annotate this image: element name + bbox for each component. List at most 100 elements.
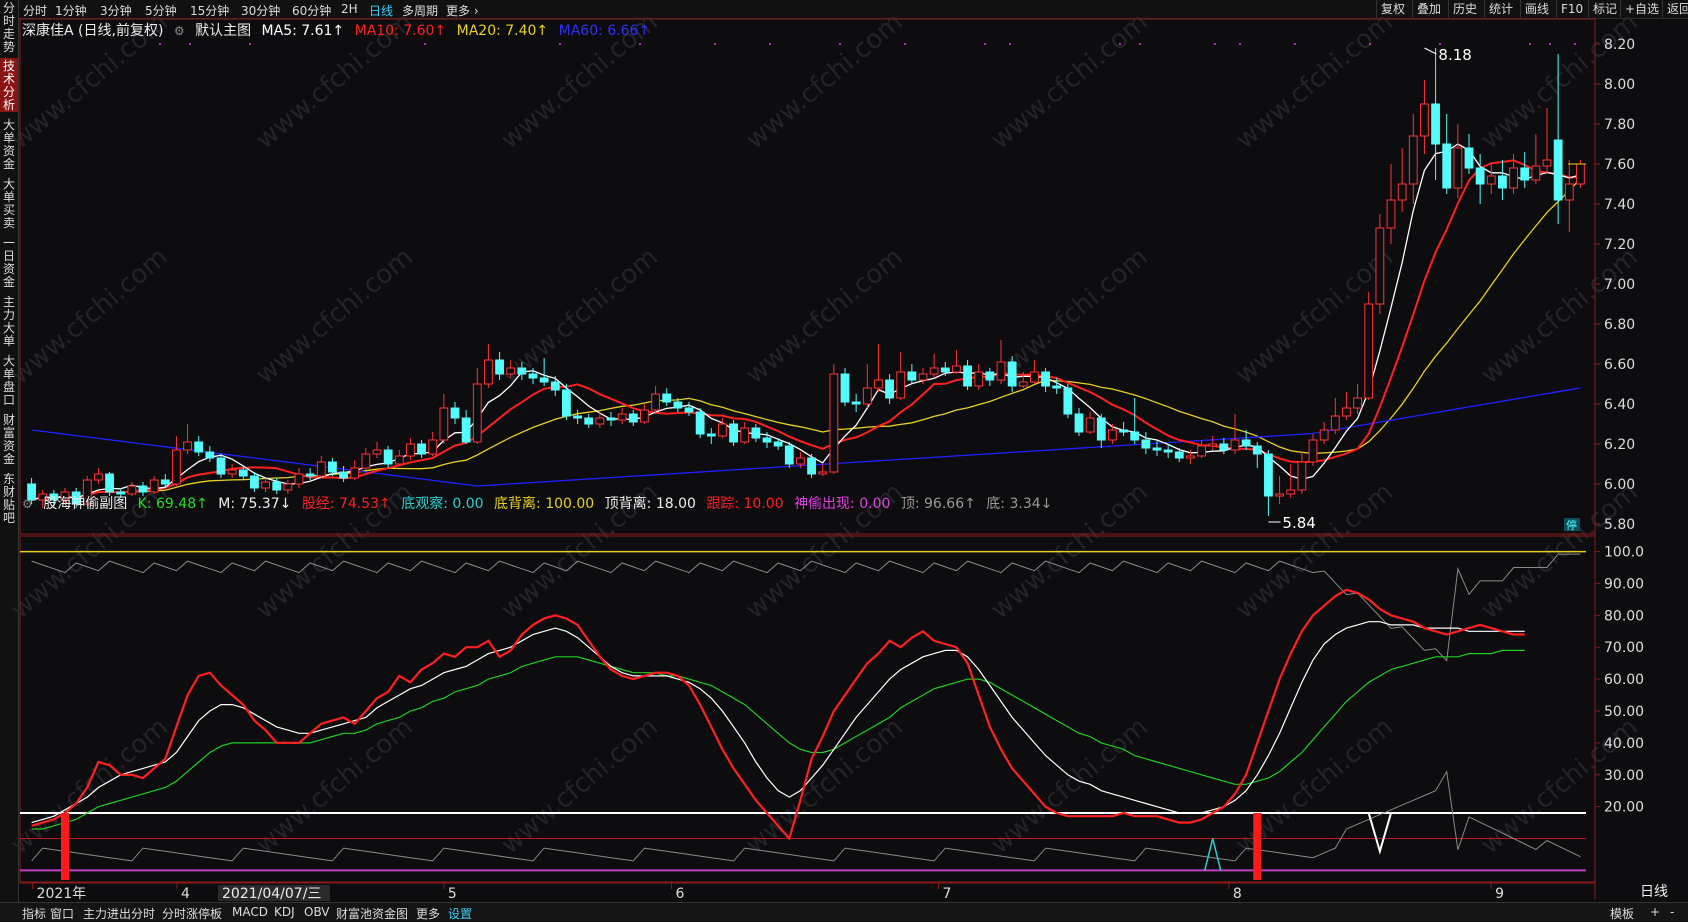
- signal-dot: [984, 43, 986, 45]
- candle-body: [517, 367, 527, 375]
- price-tick-label: 8.00: [1604, 77, 1635, 93]
- gujing-value: 股经: 74.53↑: [301, 496, 391, 512]
- candle-body: [406, 443, 415, 457]
- candle-body: [183, 441, 192, 451]
- candle-body: [1130, 431, 1140, 441]
- signal-dot: [1549, 43, 1551, 45]
- candle-body: [1386, 199, 1396, 229]
- candle-body: [1085, 417, 1095, 433]
- diguancha-value: 底观察: 0.00: [401, 496, 484, 512]
- date-tick-label: 9: [1495, 886, 1504, 902]
- candle-body: [105, 473, 114, 493]
- tab-macd[interactable]: MACD: [232, 905, 268, 919]
- candle-body: [940, 367, 950, 373]
- candle-body: [1052, 385, 1062, 389]
- candle-body: [238, 469, 248, 477]
- tab-indicator[interactable]: 指标: [22, 905, 46, 922]
- signal-dot: [1294, 43, 1296, 45]
- candle-body: [1375, 227, 1385, 305]
- candle-body: [874, 379, 883, 389]
- ma20-value: MA20: 7.40↑: [456, 23, 549, 39]
- candle-body: [250, 475, 259, 489]
- tab-caifuchi[interactable]: 财富池资金图: [336, 905, 408, 922]
- candle-body: [283, 483, 293, 491]
- tab-kdj[interactable]: KDJ: [274, 905, 295, 919]
- price-tick-label: 7.60: [1604, 157, 1635, 173]
- candle-body: [740, 427, 750, 443]
- candle-body: [1275, 493, 1284, 497]
- price-tick-label: 6.80: [1604, 317, 1635, 333]
- candle-body: [1018, 381, 1028, 387]
- tab-zhuli-fenshi[interactable]: 主力进出分时: [83, 905, 155, 922]
- candle-body: [896, 371, 906, 399]
- signal-dot: [159, 43, 161, 45]
- k-value: K: 69.48↑: [137, 496, 208, 512]
- candle-body: [1063, 387, 1073, 415]
- candle-body: [1342, 407, 1351, 417]
- candle-body: [1174, 451, 1184, 459]
- genzong-value: 跟踪: 10.00: [706, 496, 784, 512]
- candle-body: [316, 461, 326, 477]
- tab-window[interactable]: 窗口: [50, 905, 74, 922]
- candle-body: [1520, 167, 1530, 181]
- signal-dot: [714, 43, 716, 45]
- main-chart-name[interactable]: 默认主图: [195, 23, 251, 39]
- price-tick-label: 8.20: [1604, 37, 1635, 53]
- tab-obv[interactable]: OBV: [304, 905, 330, 919]
- candle-body: [773, 441, 783, 447]
- signal-dot: [1574, 43, 1576, 45]
- candle-body: [718, 423, 727, 437]
- ma60-value: MA60: 6.66↑: [558, 23, 651, 39]
- candle-body: [1186, 455, 1195, 459]
- candle-body: [1208, 443, 1218, 447]
- candle-body: [439, 407, 449, 441]
- candle-body: [194, 441, 204, 453]
- candle-body: [484, 359, 493, 385]
- candle-body: [1119, 429, 1128, 433]
- di-value: 底: 3.34↓: [986, 496, 1053, 512]
- candle-body: [539, 377, 549, 383]
- candle-body: [1219, 443, 1229, 451]
- candle-body: [1096, 417, 1106, 441]
- sub-chart-legend: ⚙ 股海神偷副图 K: 69.48↑ M: 75.37↓ 股经: 74.53↑ …: [22, 493, 1058, 513]
- candle-body: [595, 417, 605, 425]
- indicator-tick-label: 20.00: [1604, 800, 1644, 816]
- tab-fenshi-zhangting[interactable]: 分时涨停板: [162, 905, 222, 922]
- candle-body: [216, 457, 226, 475]
- candle-body: [1330, 415, 1340, 431]
- candle-body: [1442, 143, 1452, 189]
- bottom-toolbar: 指标 窗口 主力进出分时 分时涨停板 MACD KDJ OBV 财富池资金图 更…: [0, 902, 1688, 921]
- candle-body: [695, 411, 705, 435]
- candle-body: [1041, 371, 1050, 387]
- watermark: www.cfchi.com: [5, 242, 174, 390]
- settings-icon[interactable]: ⚙: [174, 24, 185, 38]
- candle-body: [1152, 447, 1162, 451]
- candle-body: [1464, 147, 1474, 169]
- settings-icon[interactable]: ⚙: [22, 497, 33, 511]
- period-label: 日线: [1640, 884, 1668, 900]
- tab-more[interactable]: 更多: [416, 905, 440, 922]
- watermark: www.cfchi.com: [1230, 242, 1399, 390]
- crosshair-date-label: 2021/04/07/三: [222, 886, 321, 902]
- watermark: www.cfchi.com: [1230, 7, 1399, 155]
- candle-body: [1163, 449, 1173, 453]
- candle-body: [684, 407, 694, 413]
- candle-body: [1108, 429, 1117, 441]
- ma10-value: MA10: 7.60↑: [354, 23, 447, 39]
- candle-body: [94, 473, 103, 481]
- candle-body: [929, 367, 939, 375]
- price-tick-label: 7.80: [1604, 117, 1635, 133]
- candle-body: [562, 389, 571, 417]
- high-price-label: 8.18: [1438, 46, 1471, 64]
- zoom-in-button[interactable]: +: [1650, 905, 1660, 919]
- signal-dot: [1139, 43, 1141, 45]
- sub-chart-title[interactable]: 股海神偷副图: [43, 496, 127, 512]
- candle-body: [662, 393, 672, 403]
- date-tick-label: 6: [676, 886, 685, 902]
- template-button[interactable]: 模板: [1610, 905, 1634, 922]
- candle-body: [450, 407, 460, 419]
- tab-settings[interactable]: 设置: [448, 905, 472, 922]
- candle-body: [172, 449, 181, 485]
- candle-body: [339, 471, 348, 479]
- zoom-out-button[interactable]: -: [1670, 905, 1674, 919]
